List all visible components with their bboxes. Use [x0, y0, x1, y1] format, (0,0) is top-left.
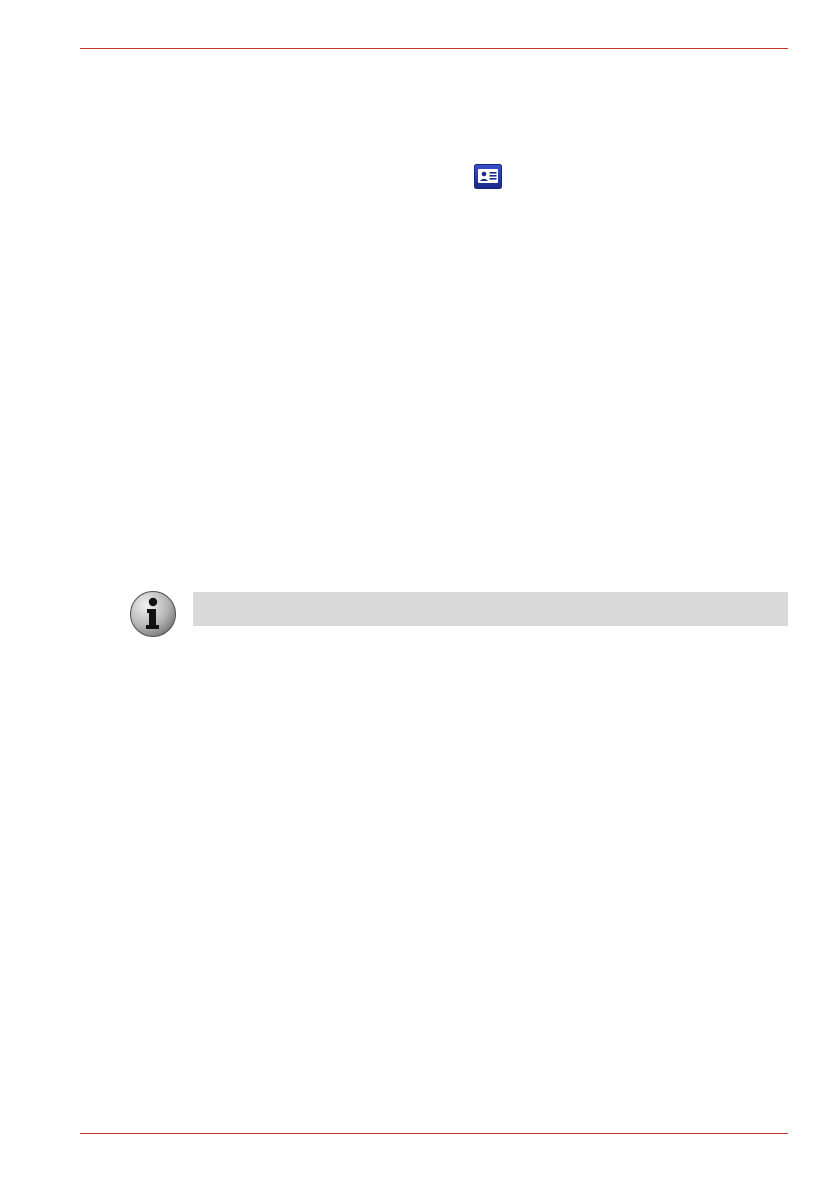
id-card-icon — [474, 164, 502, 189]
note-bar — [193, 592, 788, 626]
info-icon — [129, 590, 177, 638]
header-rule — [80, 48, 788, 49]
footer-rule — [80, 1133, 788, 1134]
